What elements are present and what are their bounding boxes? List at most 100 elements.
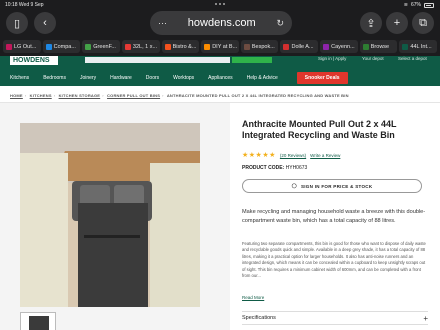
- favicon-icon: [283, 43, 290, 50]
- reload-icon[interactable]: ↻: [276, 18, 284, 29]
- product-summary: Make recycling and managing household wa…: [242, 209, 426, 224]
- tabs-icon: ⧉: [419, 16, 427, 29]
- site-header: HOWDENS Sign in | Apply Your depot Selec…: [0, 56, 440, 86]
- browser-tab[interactable]: Browse: [359, 40, 398, 53]
- browser-tab[interactable]: Cayenn...: [320, 40, 358, 53]
- sidebar-button[interactable]: ▯: [6, 12, 28, 34]
- product-gallery: [0, 103, 230, 330]
- browser-tab-label: GreenF...: [93, 43, 116, 50]
- product-code-label: PRODUCT CODE:: [242, 165, 285, 171]
- favicon-icon: [204, 43, 211, 50]
- status-right: ≋ 67%: [404, 2, 434, 8]
- back-icon: ‹: [43, 17, 47, 29]
- nav-kitchens[interactable]: Kitchens: [10, 75, 29, 81]
- search-button[interactable]: [232, 57, 272, 63]
- nav-hardware[interactable]: Hardware: [110, 75, 132, 81]
- browser-tab-label: Dolle A...: [291, 43, 314, 50]
- browser-tab-label: DIY at B...: [212, 43, 238, 50]
- browser-tab-label: LG Out...: [14, 43, 37, 50]
- browser-chrome: 10:18 Wed 9 Sep ≋ 67% ▯ ‹ ⋯ howdens.com …: [0, 0, 440, 56]
- browser-tab-label: 32L, 1 x...: [132, 43, 158, 50]
- browser-tab[interactable]: Dolle A...: [280, 40, 319, 53]
- site-search-bar[interactable]: [85, 57, 230, 63]
- breadcrumb: HOME › KITCHENS › KITCHEN STORAGE › CORNER …: [10, 93, 349, 98]
- specifications-accordion[interactable]: Specifications +: [242, 311, 428, 325]
- crumb-bins[interactable]: CORNER PULL OUT BINS: [107, 93, 160, 98]
- multitask-dots[interactable]: [214, 3, 225, 5]
- status-time: 10:18 Wed 9 Sep: [5, 2, 44, 8]
- product-title: Anthracite Mounted Pull Out 2 x 44L Inte…: [242, 119, 397, 140]
- favicon-icon: [402, 43, 409, 50]
- read-more-link[interactable]: Read More: [242, 295, 264, 300]
- nav-bedrooms[interactable]: Bedrooms: [43, 75, 66, 81]
- nav-joinery[interactable]: Joinery: [80, 75, 96, 81]
- depot-link[interactable]: Your depot: [362, 56, 384, 61]
- favicon-icon: [85, 43, 92, 50]
- favicon-icon: [243, 43, 250, 50]
- product-code-value: HYH0673: [285, 165, 308, 171]
- signin-price-button[interactable]: ◯ SIGN IN FOR PRICE & STOCK: [242, 179, 422, 193]
- browser-tab-label: Compa...: [53, 43, 76, 50]
- product-image[interactable]: [20, 123, 200, 307]
- page-menu-icon[interactable]: ⋯: [158, 18, 167, 29]
- url-host: howdens.com: [187, 17, 256, 29]
- wifi-icon: ≋: [403, 2, 408, 8]
- browser-tab[interactable]: Compa...: [42, 40, 81, 53]
- favicon-icon: [323, 43, 330, 50]
- specifications-label: Specifications: [242, 315, 276, 321]
- browser-tab[interactable]: 44L Int...: [399, 40, 438, 53]
- write-review-link[interactable]: Write a Review: [310, 153, 340, 158]
- star-rating-icon: ★★★★★: [242, 152, 276, 159]
- battery-percent: 67%: [410, 2, 421, 8]
- favicon-icon: [124, 43, 131, 50]
- browser-tab-label: Bespok...: [251, 43, 275, 50]
- browser-tab[interactable]: GreenF...: [82, 40, 120, 53]
- new-tab-button[interactable]: +: [386, 12, 408, 34]
- main-nav: Kitchens Bedrooms Joinery Hardware Doors…: [0, 72, 348, 84]
- favicon-icon: [164, 43, 171, 50]
- tab-overview-button[interactable]: ⧉: [412, 12, 434, 34]
- share-button[interactable]: ⇪: [360, 12, 382, 34]
- expand-plus-icon: +: [423, 313, 428, 323]
- crumb-kitchens[interactable]: KITCHENS: [30, 93, 52, 98]
- tab-strip: LG Out... Compa... GreenF... 32L, 1 x... Bis…: [0, 40, 440, 54]
- user-icon: ◯: [291, 183, 297, 188]
- favicon-icon: [362, 43, 369, 50]
- browser-tab-label: Cayenn...: [331, 43, 355, 50]
- howdens-logo[interactable]: HOWDENS: [10, 56, 58, 65]
- nav-appliances[interactable]: Appliances: [208, 75, 232, 81]
- product-details: Anthracite Mounted Pull Out 2 x 44L Inte…: [230, 103, 440, 330]
- browser-tab-label: Browse: [370, 43, 390, 50]
- product-code: PRODUCT CODE: HYH0673: [242, 165, 307, 171]
- nav-doors[interactable]: Doors: [146, 75, 159, 81]
- favicon-icon: [6, 43, 12, 50]
- browser-tab[interactable]: Bespok...: [240, 40, 279, 53]
- sidebar-icon: ▯: [13, 17, 21, 30]
- select-depot-link[interactable]: Select a depot: [398, 56, 427, 61]
- crumb-home[interactable]: HOME: [10, 93, 23, 98]
- crumb-current: ANTHRACITE MOUNTED PULL OUT 2 X 44L INTE…: [166, 93, 349, 98]
- status-bar: 10:18 Wed 9 Sep ≋ 67%: [5, 1, 434, 10]
- product-thumbnail[interactable]: [20, 312, 56, 330]
- product-description: Featuring two separate compartments, thi…: [242, 241, 426, 279]
- address-bar[interactable]: ⋯ howdens.com ↻: [150, 11, 292, 35]
- favicon-icon: [45, 43, 52, 50]
- nav-help[interactable]: Help & Advice: [247, 75, 278, 81]
- signin-price-label: SIGN IN FOR PRICE & STOCK: [300, 183, 373, 189]
- deals-button[interactable]: Snooker Deals: [296, 72, 348, 84]
- plus-icon: +: [393, 17, 401, 29]
- browser-tab[interactable]: 32L, 1 x...: [121, 40, 160, 53]
- nav-worktops[interactable]: Worktops: [173, 75, 194, 81]
- reviews-link[interactable]: (20 Reviews): [280, 153, 306, 158]
- browser-tab[interactable]: Bistro &...: [161, 40, 200, 53]
- browser-tab-label: 44L Int...: [410, 43, 432, 50]
- browser-tab[interactable]: DIY at B...: [201, 40, 239, 53]
- back-button[interactable]: ‹: [34, 12, 56, 34]
- crumb-storage[interactable]: KITCHEN STORAGE: [59, 93, 101, 98]
- share-icon: ⇪: [366, 17, 376, 30]
- signin-link[interactable]: Sign in | Apply: [318, 56, 346, 61]
- battery-icon: [424, 2, 434, 8]
- browser-tab[interactable]: LG Out...: [3, 40, 41, 53]
- product-rating: ★★★★★ (20 Reviews) Write a Review: [242, 151, 340, 159]
- browser-tab-label: Bistro &...: [172, 43, 197, 50]
